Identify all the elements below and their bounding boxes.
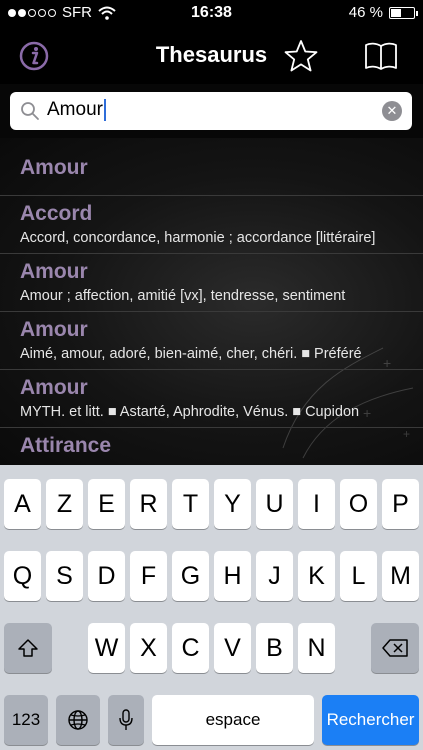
key-m[interactable]: M bbox=[382, 551, 419, 601]
result-title: Accord bbox=[20, 202, 93, 225]
key-d[interactable]: D bbox=[88, 551, 125, 601]
key-e[interactable]: E bbox=[88, 479, 125, 529]
key-o[interactable]: O bbox=[340, 479, 377, 529]
globe-icon bbox=[68, 710, 88, 730]
battery-fill bbox=[391, 8, 401, 17]
battery-percent: 46 % bbox=[348, 4, 383, 21]
search-return-key[interactable]: Rechercher bbox=[322, 695, 419, 745]
results-list: + + + Amour Accord Accord, concordance, … bbox=[0, 138, 423, 465]
key-u[interactable]: U bbox=[256, 479, 293, 529]
status-right: 46 % bbox=[348, 4, 418, 21]
numbers-key[interactable]: 123 bbox=[4, 695, 48, 745]
key-h[interactable]: H bbox=[214, 551, 251, 601]
keyboard: A Z E R T Y U I O P Q S D F G H J K L M … bbox=[0, 465, 423, 750]
page-title: Thesaurus bbox=[155, 42, 268, 67]
backspace-key[interactable] bbox=[371, 623, 419, 673]
list-item[interactable]: Attirance bbox=[0, 428, 423, 465]
key-s[interactable]: S bbox=[46, 551, 83, 601]
search-icon bbox=[21, 102, 39, 120]
backspace-icon bbox=[382, 639, 408, 657]
key-q[interactable]: Q bbox=[4, 551, 41, 601]
result-title: Amour bbox=[20, 260, 88, 283]
key-w[interactable]: W bbox=[88, 623, 125, 673]
key-b[interactable]: B bbox=[256, 623, 293, 673]
result-title: Attirance bbox=[20, 434, 112, 457]
key-l[interactable]: L bbox=[340, 551, 377, 601]
list-item[interactable]: Accord Accord, concordance, harmonie ; a… bbox=[0, 196, 423, 254]
result-subtitle: Accord, concordance, harmonie ; accordan… bbox=[20, 230, 376, 246]
list-item[interactable]: Amour Amour ; affection, amitié [vx], te… bbox=[0, 254, 423, 312]
key-p[interactable]: P bbox=[382, 479, 419, 529]
key-g[interactable]: G bbox=[172, 551, 209, 601]
shift-icon bbox=[18, 639, 38, 657]
result-subtitle: MYTH. et litt. ■ Astarté, Aphrodite, Vén… bbox=[20, 404, 360, 420]
result-title: Amour bbox=[20, 318, 88, 341]
key-n[interactable]: N bbox=[298, 623, 335, 673]
key-t[interactable]: T bbox=[172, 479, 209, 529]
battery-icon bbox=[389, 6, 418, 19]
space-key[interactable]: espace bbox=[152, 695, 314, 745]
shift-key[interactable] bbox=[4, 623, 52, 673]
result-subtitle: Aimé, amour, adoré, bien-aimé, cher, ché… bbox=[20, 346, 362, 362]
globe-key[interactable] bbox=[56, 695, 100, 745]
result-title: Amour bbox=[20, 156, 88, 179]
key-j[interactable]: J bbox=[256, 551, 293, 601]
result-subtitle: Amour ; affection, amitié [vx], tendress… bbox=[20, 288, 346, 304]
key-z[interactable]: Z bbox=[46, 479, 83, 529]
search-bar: Amour ✕ bbox=[0, 84, 423, 138]
status-bar: SFR 16:38 46 % bbox=[0, 0, 423, 28]
list-item[interactable]: Amour Aimé, amour, adoré, bien-aimé, che… bbox=[0, 312, 423, 370]
search-value: Amour bbox=[47, 99, 106, 121]
microphone-key[interactable] bbox=[108, 695, 144, 745]
search-input[interactable]: Amour ✕ bbox=[10, 92, 412, 130]
star-icon[interactable] bbox=[283, 38, 319, 74]
clear-search-icon[interactable]: ✕ bbox=[382, 101, 402, 121]
list-item[interactable]: Amour bbox=[0, 138, 423, 196]
microphone-icon bbox=[119, 709, 133, 730]
navigation-bar: Thesaurus bbox=[0, 28, 423, 84]
key-i[interactable]: I bbox=[298, 479, 335, 529]
list-item[interactable]: Amour MYTH. et litt. ■ Astarté, Aphrodit… bbox=[0, 370, 423, 428]
search-text: Amour bbox=[47, 99, 103, 120]
key-y[interactable]: Y bbox=[214, 479, 251, 529]
key-a[interactable]: A bbox=[4, 479, 41, 529]
book-icon[interactable] bbox=[363, 40, 399, 72]
result-title: Amour bbox=[20, 376, 88, 399]
key-r[interactable]: R bbox=[130, 479, 167, 529]
key-x[interactable]: X bbox=[130, 623, 167, 673]
key-f[interactable]: F bbox=[130, 551, 167, 601]
key-c[interactable]: C bbox=[172, 623, 209, 673]
key-v[interactable]: V bbox=[214, 623, 251, 673]
text-caret bbox=[103, 99, 106, 121]
key-k[interactable]: K bbox=[298, 551, 335, 601]
